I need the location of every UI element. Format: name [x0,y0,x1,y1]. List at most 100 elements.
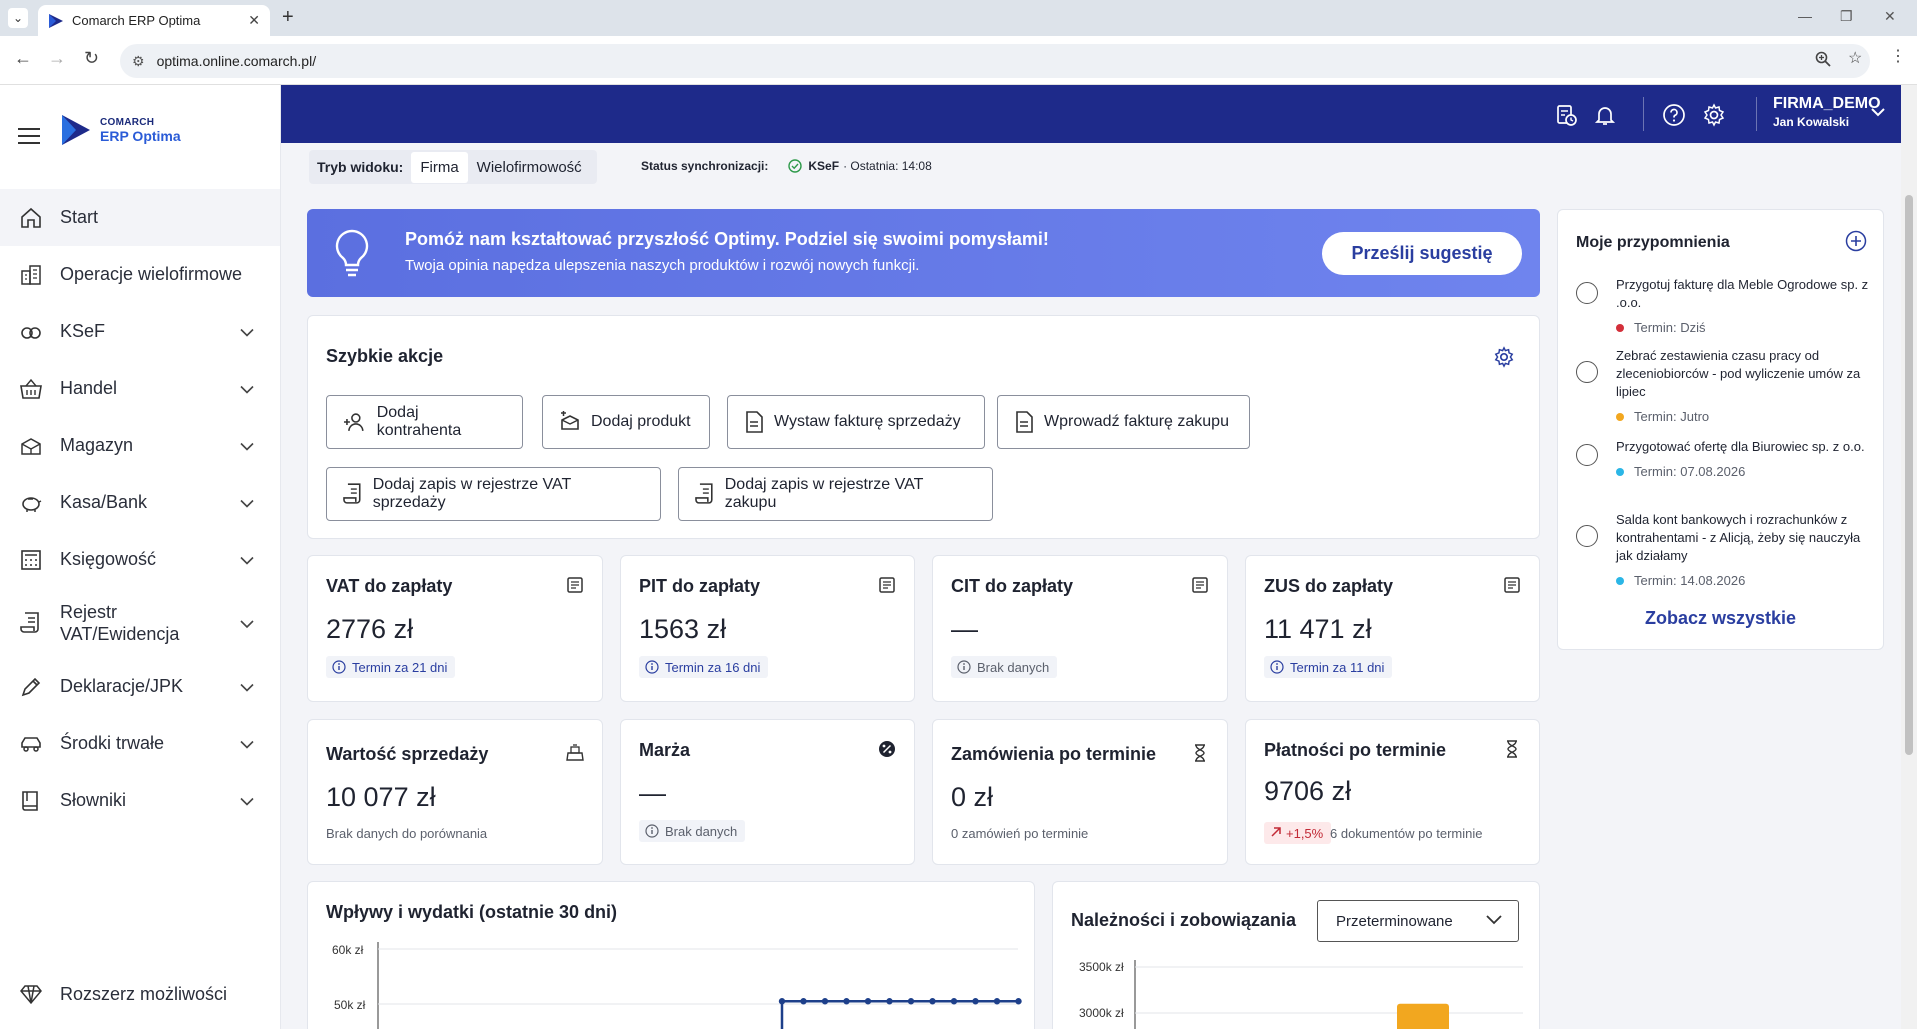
view-option-multi[interactable]: Wielofirmowość [468,152,591,183]
reminder-checkbox[interactable] [1576,361,1598,383]
sidebar-item-kasa-bank[interactable]: Kasa/Bank [0,474,280,531]
data-point[interactable] [821,998,829,1005]
add-product-button[interactable]: Dodaj produkt [542,395,710,449]
close-tab-icon[interactable]: ✕ [248,12,260,29]
kpi-card-overdue-payments[interactable]: Płatności po terminie 9706 zł +1,5% 6 do… [1245,719,1540,865]
tab-list-chevron-icon[interactable]: ⌄ [8,8,28,28]
bell-icon[interactable] [1593,103,1617,127]
kpi-title: Płatności po terminie [1264,740,1447,760]
data-point[interactable] [843,998,850,1005]
reminder-text: Przygotuj fakturę dla Meble Ogrodowe sp.… [1616,277,1869,310]
browser-tab[interactable]: Comarch ERP Optima ✕ [38,5,270,36]
kpi-value: 1563 zł [639,614,727,644]
sidebar-item-deklaracje-jpk[interactable]: Deklaracje/JPK [0,658,280,715]
kpi-title: Wartość sprzedaży [326,744,489,764]
reload-icon[interactable]: ↻ [84,48,99,69]
sidebar-item-start[interactable]: Start [0,189,280,246]
feedback-banner: Pomóż nam kształtować przyszłość Optimy.… [307,209,1540,297]
sidebar-item-księgowość[interactable]: Księgowość [0,531,280,588]
diamond-icon [20,985,42,1005]
restore-icon[interactable]: ❐ [1840,8,1853,25]
percent-badge-icon [879,741,895,757]
kpi-card-zus[interactable]: ZUS do zapłaty 11 471 zł Termin za 11 dn… [1245,555,1540,702]
logo[interactable]: COMARCH ERP Optima [62,115,181,145]
qa-label: Dodaj zapis w rejestrze VAT sprzedaży [372,476,571,511]
sidebar-item-ksef[interactable]: KSeF [0,303,280,360]
new-tab-icon[interactable]: + [282,6,294,29]
add-vat-sales-entry-button[interactable]: Dodaj zapis w rejestrze VAT sprzedaży [326,467,661,521]
add-circle-icon[interactable] [1845,230,1867,252]
data-point[interactable] [929,998,936,1005]
qa-label: Dodaj produkt [591,413,691,430]
car-icon [18,731,44,757]
sidebar-item-słowniki[interactable]: Słowniki [0,772,280,829]
data-point[interactable] [993,998,1001,1005]
sidebar-item-rejestr-vat-ewidencja[interactable]: Rejestr VAT/Ewidencja [0,588,280,658]
data-point[interactable] [972,998,979,1005]
kpi-card-vat[interactable]: VAT do zapłaty 2776 zł Termin za 21 dni [307,555,603,702]
kpi-delta-text: +1,5% [1286,825,1324,841]
kpi-card-overdue-orders[interactable]: Zamówienia po terminie 0 zł 0 zamówień p… [932,719,1228,865]
see-all-reminders-link[interactable]: Zobacz wszystkie [1558,608,1883,629]
kpi-card-pit[interactable]: PIT do zapłaty 1563 zł Termin za 16 dni [620,555,915,702]
site-info-icon[interactable]: ⚙ [132,53,145,70]
hamburger-menu-icon[interactable] [18,123,40,149]
browser-menu-icon[interactable]: ⋮ [1890,46,1906,66]
back-icon[interactable]: ← [14,48,32,69]
documents-clock-icon[interactable] [1554,103,1578,127]
view-mode-switch: Tryb widoku: Firma Wielofirmowość [309,150,597,184]
reminder-due: Termin: 07.08.2026 [1616,464,1876,479]
bookmark-star-icon[interactable]: ☆ [1848,48,1862,68]
add-vat-purchase-entry-button[interactable]: Dodaj zapis w rejestrze VAT zakupu [678,467,993,521]
data-point[interactable] [886,998,893,1005]
logo-brand: COMARCH [100,116,155,128]
settings-gear-icon[interactable] [1702,103,1726,127]
data-point[interactable] [950,998,958,1005]
kpi-title: PIT do zapłaty [639,576,761,596]
forward-icon[interactable]: → [48,48,66,69]
reminder-checkbox[interactable] [1576,525,1598,547]
company-switcher[interactable]: FIRMA_DEMO Jan Kowalski [1773,95,1881,129]
reminder-item: Zebrać zestawienia czasu pracy od zlecen… [1576,347,1876,424]
data-point[interactable] [1015,998,1022,1005]
add-contractor-button[interactable]: Dodaj kontrahenta [326,395,523,449]
invoice-icon [1016,411,1033,433]
data-point[interactable] [907,998,915,1005]
chevron-down-icon [240,435,254,456]
add-person-icon [343,413,364,431]
data-point[interactable] [800,998,807,1005]
view-option-firma[interactable]: Firma [411,151,468,183]
help-icon[interactable] [1662,103,1686,127]
page-scrollbar[interactable] [1901,85,1917,1029]
enter-purchase-invoice-button[interactable]: Wprowadź fakturę zakupu [997,395,1250,449]
kpi-card-cit[interactable]: CIT do zapłaty — Brak danych [932,555,1228,702]
sidebar-item-handel[interactable]: Handel [0,360,280,417]
sidebar-item-label: Magazyn [60,435,134,455]
zoom-icon[interactable] [1815,51,1831,72]
minimize-icon[interactable]: — [1798,8,1812,24]
reminder-checkbox[interactable] [1576,444,1598,466]
kpi-card-margin[interactable]: Marża — Brak danych [620,719,915,865]
sync-source: KSeF [808,159,840,173]
issue-sales-invoice-button[interactable]: Wystaw fakturę sprzedaży [727,395,985,449]
sidebar-item-środki-trwałe[interactable]: Środki trwałe [0,715,280,772]
window-close-icon[interactable]: ✕ [1884,8,1896,25]
scrollbar-thumb[interactable] [1905,195,1913,755]
sidebar-item-label: Deklaracje/JPK [60,676,184,696]
sidebar-item-magazyn[interactable]: Magazyn [0,417,280,474]
kpi-card-sales-value[interactable]: Wartość sprzedaży 10 077 zł Brak danych … [307,719,603,865]
data-point[interactable] [864,998,872,1005]
data-point[interactable] [778,998,786,1005]
kpi-deadline-badge: Termin za 11 dni [1264,656,1393,678]
send-suggestion-button[interactable]: Prześlij sugestię [1322,232,1522,275]
settings-gear-icon[interactable] [1493,346,1515,368]
sidebar-item-extend[interactable]: Rozszerz możliwości [18,983,227,1005]
sidebar-item-label: Start [60,207,99,227]
sidebar-item-operacje-wielofirmowe[interactable]: Operacje wielofirmowe [0,246,280,303]
reminder-text: Salda kont bankowych i rozrachunków z ko… [1616,512,1861,563]
chevron-down-icon[interactable] [1871,107,1885,117]
bar[interactable] [1397,1003,1449,1029]
reminder-checkbox[interactable] [1576,282,1598,304]
info-icon [645,660,659,674]
url-input[interactable]: ⚙ optima.online.comarch.pl/ [120,44,1870,78]
